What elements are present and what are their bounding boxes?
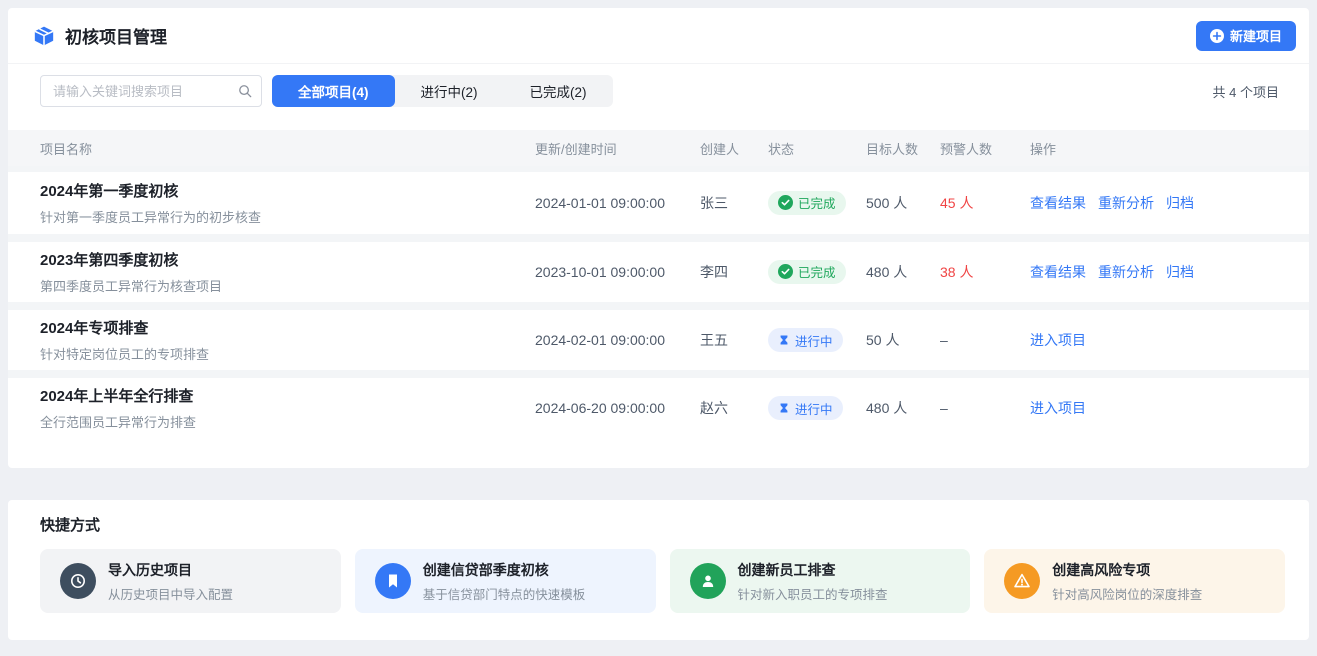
warning-count: –	[940, 332, 1030, 348]
status-badge: 已完成	[768, 191, 846, 215]
col-header-creator: 创建人	[700, 139, 768, 158]
total-count: 共 4 个项目	[1213, 82, 1285, 101]
action-link-0[interactable]: 查看结果	[1030, 193, 1086, 213]
action-link-2[interactable]: 归档	[1166, 193, 1194, 213]
project-desc: 针对特定岗位员工的专项排查	[40, 344, 535, 363]
shortcut-card[interactable]: 创建高风险专项 针对高风险岗位的深度排查	[984, 549, 1285, 613]
table-row: 2024年专项排查 针对特定岗位员工的专项排查 2024-02-01 09:00…	[8, 302, 1309, 370]
card-title: 导入历史项目	[108, 560, 233, 580]
tabs: 全部项目(4)进行中(2)已完成(2)	[272, 75, 613, 107]
card-title: 创建新员工排查	[738, 560, 888, 580]
action-link-1[interactable]: 重新分析	[1098, 262, 1154, 282]
table-row: 2024年第一季度初核 针对第一季度员工异常行为的初步核查 2024-01-01…	[8, 166, 1309, 234]
col-header-actions: 操作	[1030, 139, 1309, 158]
project-creator: 赵六	[700, 398, 768, 418]
table-header: 项目名称 更新/创建时间 创建人 状态 目标人数 预警人数 操作	[8, 130, 1309, 166]
status-icon	[778, 334, 790, 346]
target-count: 50 人	[866, 330, 940, 350]
project-name: 2024年第一季度初核	[40, 180, 535, 201]
user-icon	[690, 563, 726, 599]
shortcut-card[interactable]: 创建新员工排查 针对新入职员工的专项排查	[670, 549, 971, 613]
bookmark-icon	[375, 563, 411, 599]
card-desc: 针对高风险岗位的深度排查	[1052, 584, 1202, 603]
tab-2[interactable]: 已完成(2)	[504, 75, 613, 107]
shortcuts-panel: 快捷方式 导入历史项目 从历史项目中导入配置 创建信贷部季度初核 基于信贷部门特…	[8, 500, 1309, 640]
project-desc: 第四季度员工异常行为核查项目	[40, 276, 535, 295]
project-name: 2024年专项排查	[40, 317, 535, 338]
shortcut-card[interactable]: 创建信贷部季度初核 基于信贷部门特点的快速模板	[355, 549, 656, 613]
shortcuts-title: 快捷方式	[40, 514, 1285, 535]
project-name: 2023年第四季度初核	[40, 249, 535, 270]
action-link-0[interactable]: 查看结果	[1030, 262, 1086, 282]
row-actions: 查看结果重新分析归档	[1030, 193, 1309, 213]
target-count: 480 人	[866, 262, 940, 282]
status-icon	[778, 195, 793, 210]
row-actions: 查看结果重新分析归档	[1030, 262, 1309, 282]
col-header-target: 目标人数	[866, 139, 940, 158]
project-creator: 李四	[700, 262, 768, 282]
plus-circle-icon	[1210, 29, 1224, 43]
clock-icon	[60, 563, 96, 599]
table-body: 2024年第一季度初核 针对第一季度员工异常行为的初步核查 2024-01-01…	[8, 166, 1309, 438]
action-link-0[interactable]: 进入项目	[1030, 398, 1086, 418]
col-header-warning: 预警人数	[940, 139, 1030, 158]
tab-1[interactable]: 进行中(2)	[395, 75, 504, 107]
search-input[interactable]	[40, 75, 262, 107]
shortcut-card[interactable]: 导入历史项目 从历史项目中导入配置	[40, 549, 341, 613]
target-count: 500 人	[866, 193, 940, 213]
status-badge: 进行中	[768, 328, 843, 352]
action-link-0[interactable]: 进入项目	[1030, 330, 1086, 350]
row-actions: 进入项目	[1030, 398, 1309, 418]
action-link-2[interactable]: 归档	[1166, 262, 1194, 282]
card-desc: 针对新入职员工的专项排查	[738, 584, 888, 603]
page-header: 初核项目管理 新建项目	[8, 8, 1309, 64]
warning-icon	[1004, 563, 1040, 599]
warning-count: –	[940, 400, 1030, 416]
status-badge: 进行中	[768, 396, 843, 420]
project-creator: 张三	[700, 193, 768, 213]
search-icon[interactable]	[238, 84, 252, 98]
box-icon	[33, 25, 55, 47]
project-time: 2024-01-01 09:00:00	[535, 195, 700, 211]
page-title: 初核项目管理	[65, 23, 167, 48]
status-icon	[778, 402, 790, 414]
card-desc: 从历史项目中导入配置	[108, 584, 233, 603]
col-header-status: 状态	[768, 139, 866, 158]
project-time: 2023-10-01 09:00:00	[535, 264, 700, 280]
action-link-1[interactable]: 重新分析	[1098, 193, 1154, 213]
card-title: 创建信贷部季度初核	[423, 560, 586, 580]
shortcut-cards: 导入历史项目 从历史项目中导入配置 创建信贷部季度初核 基于信贷部门特点的快速模…	[40, 549, 1285, 613]
col-header-name: 项目名称	[40, 139, 535, 158]
row-actions: 进入项目	[1030, 330, 1309, 350]
card-desc: 基于信贷部门特点的快速模板	[423, 584, 586, 603]
project-name: 2024年上半年全行排查	[40, 385, 535, 406]
table-row: 2023年第四季度初核 第四季度员工异常行为核查项目 2023-10-01 09…	[8, 234, 1309, 302]
toolbar: 全部项目(4)进行中(2)已完成(2) 共 4 个项目	[40, 75, 1285, 107]
card-title: 创建高风险专项	[1052, 560, 1202, 580]
status-badge: 已完成	[768, 260, 846, 284]
tab-0[interactable]: 全部项目(4)	[272, 75, 395, 107]
project-time: 2024-02-01 09:00:00	[535, 332, 700, 348]
project-desc: 全行范围员工异常行为排查	[40, 412, 535, 431]
new-project-button[interactable]: 新建项目	[1196, 21, 1296, 51]
main-panel: 初核项目管理 新建项目 全部项目(4)进行中(2)已完成(2) 共 4 个项目 …	[8, 8, 1309, 468]
project-time: 2024-06-20 09:00:00	[535, 400, 700, 416]
warning-count: 45 人	[940, 193, 1030, 213]
project-creator: 王五	[700, 330, 768, 350]
target-count: 480 人	[866, 398, 940, 418]
status-icon	[778, 264, 793, 279]
project-desc: 针对第一季度员工异常行为的初步核查	[40, 207, 535, 226]
table-row: 2024年上半年全行排查 全行范围员工异常行为排查 2024-06-20 09:…	[8, 370, 1309, 438]
col-header-time: 更新/创建时间	[535, 139, 700, 158]
warning-count: 38 人	[940, 262, 1030, 282]
search-box	[40, 75, 262, 107]
